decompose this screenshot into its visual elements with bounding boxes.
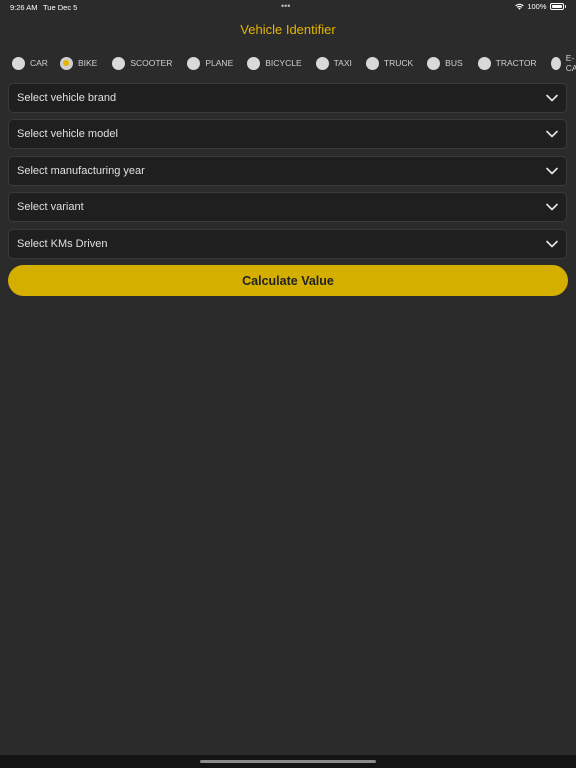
- status-indicators: 100%: [515, 2, 566, 11]
- chevron-down-icon: [546, 167, 558, 175]
- radio-option-scooter[interactable]: SCOOTER: [112, 56, 187, 70]
- radio-label-taxi: TAXI: [333, 58, 352, 68]
- radio-option-taxi[interactable]: TAXI: [315, 56, 366, 70]
- battery-tip: [564, 5, 566, 8]
- radio-circle[interactable]: [427, 56, 441, 70]
- dropdown-placeholder: Select KMs Driven: [17, 238, 108, 250]
- radio-label-scooter: SCOOTER: [130, 58, 173, 68]
- radio-option-bike[interactable]: BIKE: [59, 56, 112, 70]
- radio-label-bicycle: BICYCLE: [265, 58, 302, 68]
- radio-circle[interactable]: [365, 56, 379, 70]
- vehicle-model-dropdown[interactable]: Select vehicle model: [8, 119, 567, 149]
- chevron-down-icon: [546, 203, 558, 211]
- radio-label-plane: PLANE: [205, 58, 234, 68]
- chevron-down-icon: [546, 130, 558, 138]
- page-title: Vehicle Identifier: [240, 22, 336, 37]
- radio-label-bus: BUS: [445, 58, 463, 68]
- manufacturing-year-dropdown[interactable]: Select manufacturing year: [8, 156, 567, 186]
- radio-label-car: CAR: [30, 58, 48, 68]
- dropdown-placeholder: Select vehicle brand: [17, 92, 117, 104]
- radio-circle[interactable]: [550, 56, 561, 70]
- radio-circle[interactable]: [187, 56, 201, 70]
- kms-driven-dropdown[interactable]: Select KMs Driven: [8, 229, 567, 259]
- dropdown-placeholder: Select vehicle model: [17, 128, 118, 140]
- calculate-value-button[interactable]: Calculate Value: [8, 265, 568, 296]
- status-date: Tue Dec 5: [43, 3, 78, 12]
- radio-label-bike: BIKE: [77, 58, 98, 68]
- chevron-down-icon: [546, 94, 558, 102]
- radio-option-bicycle[interactable]: BICYCLE: [247, 56, 315, 70]
- radio-option-bus[interactable]: BUS: [427, 56, 477, 70]
- status-bar: 9:26 AM Tue Dec 5 ••• 100%: [0, 0, 576, 14]
- radio-circle[interactable]: [477, 56, 491, 70]
- radio-option-truck[interactable]: TRUCK: [365, 56, 427, 70]
- radio-circle-selected[interactable]: [59, 56, 73, 70]
- battery-icon: [549, 3, 564, 10]
- dropdown-placeholder: Select variant: [17, 201, 84, 213]
- radio-option-e-car[interactable]: E-CAR: [550, 53, 576, 73]
- radio-label-truck: TRUCK: [383, 58, 414, 68]
- dropdown-placeholder: Select manufacturing year: [17, 165, 145, 177]
- variant-dropdown[interactable]: Select variant: [8, 192, 567, 222]
- radio-circle[interactable]: [112, 56, 126, 70]
- multitasking-dots-icon[interactable]: •••: [281, 1, 290, 11]
- vehicle-type-selector: CAR BIKE SCOOTER PLANE BICYCLE TAXI TRUC…: [12, 53, 576, 73]
- radio-option-plane[interactable]: PLANE: [187, 56, 247, 70]
- radio-circle[interactable]: [315, 56, 329, 70]
- radio-circle[interactable]: [12, 56, 25, 70]
- radio-option-car[interactable]: CAR: [12, 56, 60, 70]
- radio-circle[interactable]: [247, 56, 261, 70]
- radio-label-tractor: TRACTOR: [495, 58, 537, 68]
- vehicle-brand-dropdown[interactable]: Select vehicle brand: [8, 83, 567, 113]
- status-time: 9:26 AM: [10, 3, 38, 12]
- battery-percentage: 100%: [527, 2, 547, 11]
- wifi-icon: [515, 3, 525, 10]
- home-indicator[interactable]: [200, 760, 376, 763]
- radio-label-e-car: E-CAR: [565, 53, 576, 73]
- chevron-down-icon: [546, 240, 558, 248]
- radio-option-tractor[interactable]: TRACTOR: [477, 56, 551, 70]
